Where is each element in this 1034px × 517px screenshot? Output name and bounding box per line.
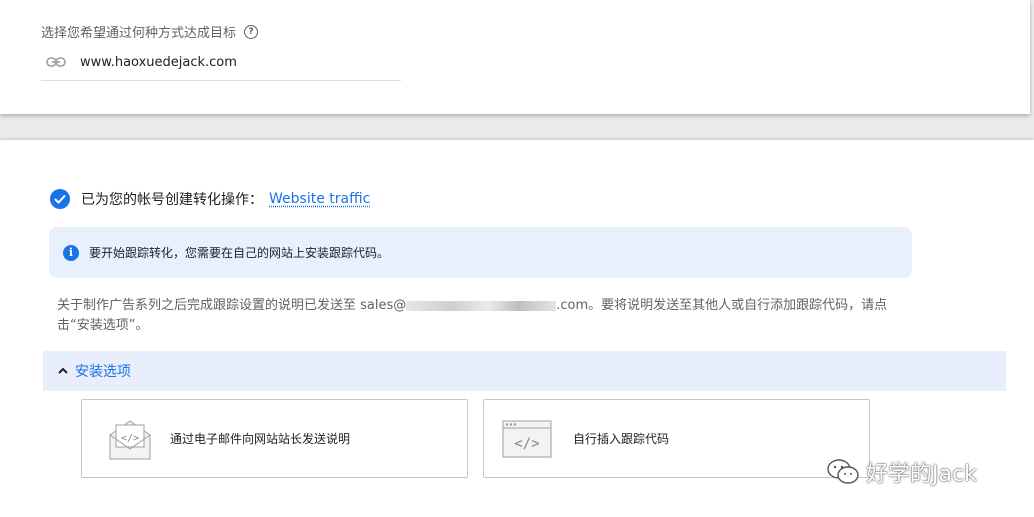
website-url: www.haoxuedejack.com bbox=[80, 54, 237, 70]
description-before: 关于制作广告系列之后完成跟踪设置的说明已发送至 sales@ bbox=[57, 298, 407, 313]
install-options-expander[interactable]: 安装选项 bbox=[43, 351, 1006, 391]
redacted-email bbox=[406, 300, 557, 311]
goal-card: 选择您希望通过何种方式达成目标 ? www.haoxuedejack.com bbox=[0, 0, 1030, 114]
conversion-created-text: 已为您的帐号创建转化操作： bbox=[81, 192, 263, 208]
watermark-text: 好学的Jack bbox=[866, 462, 977, 487]
watermark: 好学的Jack bbox=[826, 456, 977, 488]
conversion-created-row: 已为您的帐号创建转化操作： Website traffic bbox=[50, 189, 370, 209]
check-icon bbox=[50, 189, 70, 209]
info-icon: i bbox=[63, 244, 79, 261]
chevron-up-icon bbox=[58, 367, 68, 374]
browser-code-icon: </> bbox=[502, 420, 552, 457]
install-options-label: 安装选项 bbox=[75, 364, 131, 380]
self-install-option[interactable]: </> 自行插入跟踪代码 bbox=[483, 399, 870, 478]
website-url-field[interactable]: www.haoxuedejack.com bbox=[41, 50, 401, 81]
svg-text:</>: </> bbox=[121, 433, 139, 444]
wechat-icon bbox=[827, 459, 859, 484]
link-icon bbox=[46, 57, 66, 67]
svg-text:</>: </> bbox=[514, 436, 539, 452]
self-install-label: 自行插入跟踪代码 bbox=[573, 432, 670, 446]
info-text: 要开始跟踪转化，您需要在自己的网站上安装跟踪代码。 bbox=[89, 246, 390, 260]
info-banner: i 要开始跟踪转化，您需要在自己的网站上安装跟踪代码。 bbox=[49, 227, 912, 278]
email-instructions-option[interactable]: </> 通过电子邮件向网站站长发送说明 bbox=[81, 399, 468, 478]
goal-label-row: 选择您希望通过何种方式达成目标 ? bbox=[41, 22, 259, 41]
conversion-action-link[interactable]: Website traffic bbox=[269, 191, 370, 207]
email-code-icon: </> bbox=[109, 419, 151, 459]
help-icon[interactable]: ? bbox=[244, 24, 259, 39]
email-instructions-label: 通过电子邮件向网站站长发送说明 bbox=[170, 432, 351, 446]
goal-label: 选择您希望通过何种方式达成目标 bbox=[41, 26, 237, 41]
instructions-description: 关于制作广告系列之后完成跟踪设置的说明已发送至 sales@ .com。要将说明发… bbox=[57, 296, 917, 336]
